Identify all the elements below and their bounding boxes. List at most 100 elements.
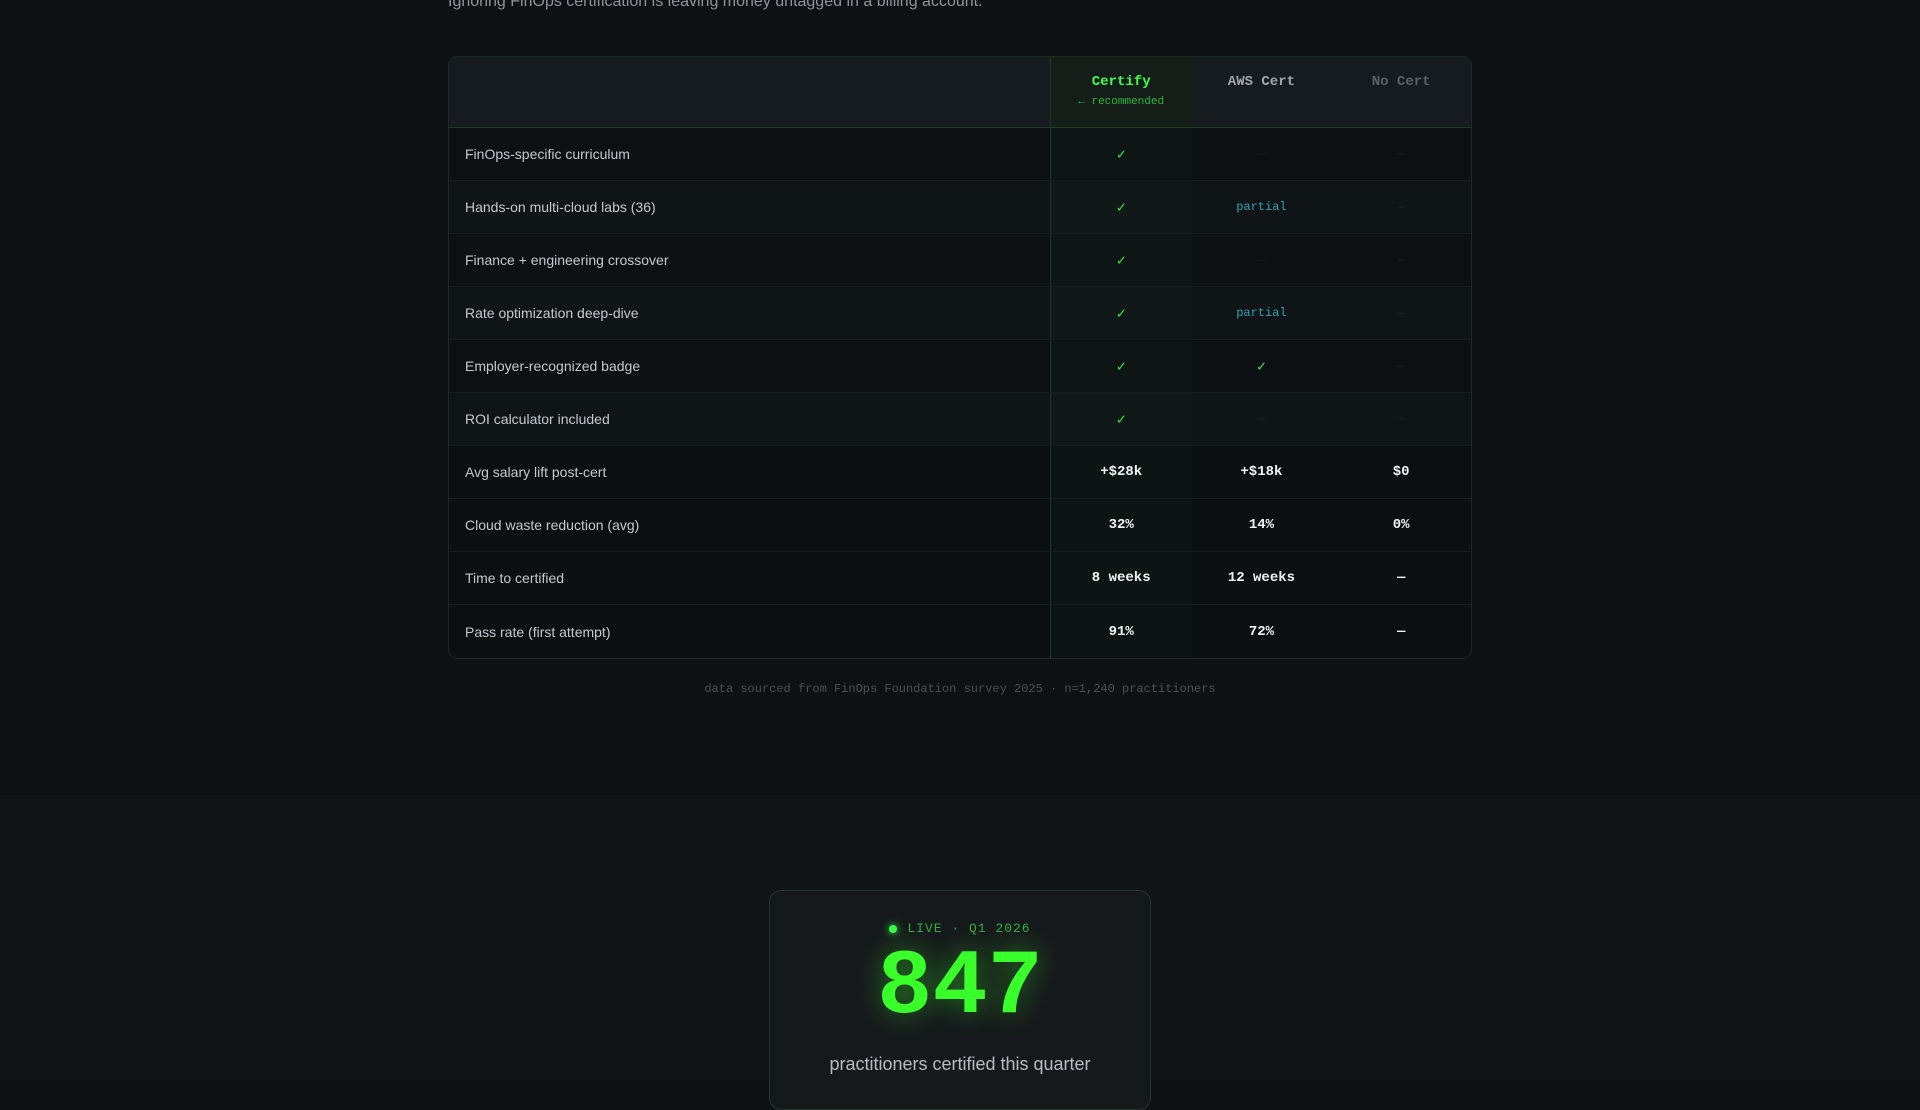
table-row: Avg salary lift post-cert +$28k +$18k $0	[449, 446, 1471, 499]
table-row: Cloud waste reduction (avg) 32% 14% 0%	[449, 499, 1471, 552]
table-cell: ✓	[1050, 287, 1192, 339]
table-cell: —	[1331, 605, 1471, 658]
feature-label: ROI calculator included	[449, 393, 1051, 445]
dash-icon: —	[1397, 147, 1405, 161]
table-cell: —	[1331, 393, 1471, 445]
table-cell: $0	[1331, 446, 1471, 498]
dash-icon: —	[1257, 253, 1266, 267]
table-cell: partial	[1192, 287, 1332, 339]
table-cell: 91%	[1050, 605, 1192, 658]
table-cell: 72%	[1192, 605, 1332, 658]
table-cell: —	[1331, 552, 1471, 604]
feature-label: Cloud waste reduction (avg)	[449, 499, 1051, 551]
partial-badge: partial	[1236, 200, 1287, 214]
column-header-aws-cert: AWS Cert	[1192, 57, 1332, 127]
feature-label: Rate optimization deep-dive	[449, 287, 1051, 339]
table-cell: +$18k	[1192, 446, 1332, 498]
table-cell: +$28k	[1050, 446, 1192, 498]
check-icon: ✓	[1116, 252, 1126, 270]
cell-value: —	[1396, 570, 1406, 586]
table-row: FinOps-specific curriculum ✓ — —	[449, 128, 1471, 181]
dash-icon: —	[1397, 306, 1405, 320]
cell-value: 14%	[1248, 517, 1275, 533]
table-cell: 32%	[1050, 499, 1192, 551]
table-cell: ✓	[1192, 340, 1332, 392]
live-tag-label: LIVE · Q1 2026	[907, 921, 1031, 936]
dash-icon: —	[1397, 200, 1405, 214]
table-cell: partial	[1192, 181, 1332, 233]
table-cell: —	[1192, 128, 1332, 180]
dash-icon: —	[1257, 412, 1266, 426]
data-source-footnote: data sourced from FinOps Foundation surv…	[704, 682, 1216, 696]
check-icon: ✓	[1116, 305, 1126, 323]
check-icon: ✓	[1256, 358, 1266, 376]
column-header-certify: Certify ← recommended	[1050, 57, 1192, 127]
feature-label: Employer-recognized badge	[449, 340, 1051, 392]
partial-badge: partial	[1236, 306, 1287, 320]
cell-value: 0%	[1392, 517, 1410, 533]
cell-value: $0	[1392, 464, 1410, 480]
feature-label: Hands-on multi-cloud labs (36)	[449, 181, 1051, 233]
table-cell: —	[1192, 234, 1332, 286]
feature-column-header	[449, 57, 1051, 127]
cell-value: 32%	[1108, 517, 1134, 533]
table-cell: ✓	[1050, 181, 1192, 233]
cell-value: —	[1396, 623, 1406, 640]
table-cell: —	[1331, 128, 1471, 180]
table-cell: —	[1331, 181, 1471, 233]
table-cell: ✓	[1050, 128, 1192, 180]
column-header-no-cert: No Cert	[1331, 57, 1471, 127]
table-cell: —	[1331, 234, 1471, 286]
table-cell: 8 weeks	[1050, 552, 1192, 604]
table-row: Employer-recognized badge ✓ ✓ —	[449, 340, 1471, 393]
cell-value: 72%	[1248, 623, 1275, 640]
table-body: FinOps-specific curriculum ✓ — — Hands-on mu…	[449, 128, 1471, 658]
check-icon: ✓	[1116, 411, 1126, 429]
live-tag: LIVE · Q1 2026	[770, 921, 1150, 936]
certified-caption: practitioners certified this quarter	[829, 1054, 1091, 1074]
table-cell: ✓	[1050, 340, 1192, 392]
live-count-card: LIVE · Q1 2026 847 practitioners certifi…	[769, 890, 1151, 1110]
table-row: Finance + engineering crossover ✓ — —	[449, 234, 1471, 287]
table-cell: —	[1331, 340, 1471, 392]
cell-value: 12 weeks	[1227, 570, 1296, 586]
dash-icon: —	[1397, 412, 1405, 426]
column-label: No Cert	[1371, 74, 1431, 90]
dash-icon: —	[1397, 253, 1405, 267]
recommended-label: ← recommended	[1078, 96, 1165, 108]
column-label: Certify	[1091, 74, 1151, 90]
table-cell: 12 weeks	[1192, 552, 1332, 604]
table-row: Time to certified 8 weeks 12 weeks —	[449, 552, 1471, 605]
column-label: AWS Cert	[1227, 74, 1296, 90]
feature-label: Avg salary lift post-cert	[449, 446, 1051, 498]
table-cell: 14%	[1192, 499, 1332, 551]
dash-icon: —	[1397, 359, 1405, 373]
cell-value: 91%	[1108, 623, 1134, 640]
table-row: Pass rate (first attempt) 91% 72% —	[449, 605, 1471, 658]
table-row: ROI calculator included ✓ — —	[449, 393, 1471, 446]
feature-label: FinOps-specific curriculum	[449, 128, 1051, 180]
comparison-table: Certify ← recommended AWS Cert No Cert F…	[448, 56, 1472, 659]
table-row: Rate optimization deep-dive ✓ partial —	[449, 287, 1471, 340]
table-row: Hands-on multi-cloud labs (36) ✓ partial —	[449, 181, 1471, 234]
live-dot-icon	[889, 924, 898, 933]
table-cell: —	[1331, 287, 1471, 339]
feature-label: Finance + engineering crossover	[449, 234, 1051, 286]
table-header: Certify ← recommended AWS Cert No Cert	[449, 57, 1471, 128]
table-cell: ✓	[1050, 393, 1192, 445]
feature-label: Time to certified	[449, 552, 1051, 604]
table-cell: —	[1192, 393, 1332, 445]
feature-label: Pass rate (first attempt)	[449, 605, 1051, 658]
check-icon: ✓	[1116, 199, 1126, 217]
comparison-section: Ignoring FinOps certification is leaving…	[0, 0, 1920, 795]
dash-icon: —	[1257, 147, 1266, 161]
cell-value: 8 weeks	[1091, 570, 1151, 586]
intro-text: Ignoring FinOps certification is leaving…	[448, 0, 983, 10]
cell-value: +$18k	[1240, 464, 1283, 480]
check-icon: ✓	[1116, 358, 1126, 376]
table-cell: ✓	[1050, 234, 1192, 286]
check-icon: ✓	[1116, 146, 1126, 164]
cell-value: +$28k	[1100, 464, 1143, 480]
certified-count: 847	[877, 935, 1043, 1040]
table-cell: 0%	[1331, 499, 1471, 551]
